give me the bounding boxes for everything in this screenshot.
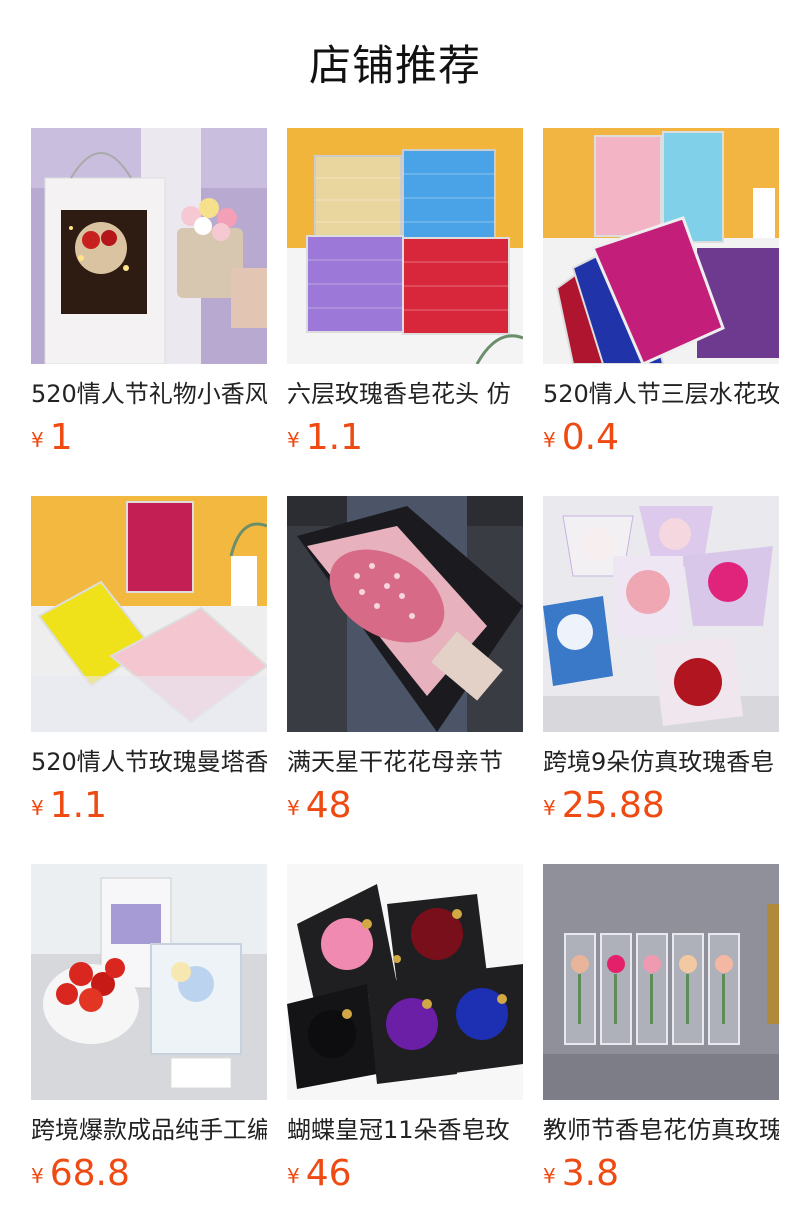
currency-symbol: ¥ bbox=[287, 428, 300, 452]
product-card[interactable]: 满天星干花花母亲节 ¥48 bbox=[287, 496, 523, 864]
product-name: 蝴蝶皇冠11朵香皂玫 bbox=[287, 1116, 510, 1144]
product-price: ¥1 bbox=[31, 416, 267, 460]
price-amount: 1.1 bbox=[49, 785, 107, 826]
product-name: 520情人节礼物小香风 bbox=[31, 380, 267, 408]
product-name: 跨境爆款成品纯手工编 bbox=[31, 1116, 267, 1144]
currency-symbol: ¥ bbox=[31, 428, 44, 452]
product-image[interactable] bbox=[287, 864, 523, 1100]
product-price: ¥25.88 bbox=[543, 784, 779, 828]
currency-symbol: ¥ bbox=[287, 796, 300, 820]
product-price: ¥3.8 bbox=[543, 1152, 779, 1196]
store-recommendations-page: 店铺推荐 520情人节礼物小香风 ¥ 1 六层玫瑰香皂花头 仿 ¥ 1.1 52… bbox=[0, 0, 790, 1232]
product-name: 520情人节玫瑰曼塔香 bbox=[31, 748, 267, 776]
butterfly-crown-bouquets-icon bbox=[287, 864, 523, 1100]
price-amount: 46 bbox=[305, 1153, 352, 1194]
currency-symbol: ¥ bbox=[31, 1164, 44, 1188]
product-price: ¥46 bbox=[287, 1152, 523, 1196]
price-amount: 48 bbox=[305, 785, 352, 826]
babys-breath-bouquet-icon bbox=[287, 496, 523, 732]
product-card[interactable]: 跨境9朵仿真玫瑰香皂 ¥25.88 bbox=[543, 496, 779, 864]
layered-soap-rose-boxes-icon bbox=[543, 128, 779, 364]
price-amount: 0.4 bbox=[561, 417, 619, 458]
product-card[interactable]: 蝴蝶皇冠11朵香皂玫 ¥46 bbox=[287, 864, 523, 1232]
product-card[interactable]: 教师节香皂花仿真玫瑰 ¥3.8 bbox=[543, 864, 779, 1232]
price-amount: 1 bbox=[49, 417, 73, 458]
product-price: ¥0.4 bbox=[543, 416, 779, 460]
currency-symbol: ¥ bbox=[31, 796, 44, 820]
soap-rose-boxes-icon bbox=[287, 128, 523, 364]
product-image[interactable] bbox=[543, 496, 779, 732]
product-grid: 520情人节礼物小香风 ¥1 六层玫瑰香皂花头 仿 ¥ 1.1 520情人节三层… bbox=[31, 128, 790, 1232]
yellow-pink-rose-boxes-icon bbox=[31, 496, 267, 732]
product-name: 满天星干花花母亲节 bbox=[287, 748, 503, 776]
price-amount: 3.8 bbox=[561, 1153, 619, 1194]
currency-symbol: ¥ bbox=[543, 428, 556, 452]
price-amount: 25.88 bbox=[561, 785, 665, 826]
currency-symbol: ¥ bbox=[543, 796, 556, 820]
mini-rose-bouquets-icon bbox=[543, 496, 779, 732]
product-image[interactable] bbox=[31, 496, 267, 732]
boxed-single-roses-icon bbox=[543, 864, 779, 1100]
product-image[interactable] bbox=[31, 864, 267, 1100]
product-name: 教师节香皂花仿真玫瑰 bbox=[543, 1116, 779, 1144]
product-price: ¥1.1 bbox=[31, 784, 267, 828]
product-image[interactable] bbox=[543, 864, 779, 1100]
product-image[interactable] bbox=[287, 496, 523, 732]
product-card[interactable]: 520情人节三层水花玫 ¥0.4 bbox=[543, 128, 779, 496]
page-title: 店铺推荐 bbox=[308, 41, 481, 90]
product-card[interactable]: 520情人节礼物小香风 ¥1 bbox=[31, 128, 267, 496]
crochet-bouquet-box-icon bbox=[31, 864, 267, 1100]
currency-symbol: ¥ bbox=[287, 1164, 300, 1188]
product-name: 520情人节三层水花玫 bbox=[543, 380, 779, 408]
product-image[interactable] bbox=[543, 128, 779, 364]
product-name: 跨境9朵仿真玫瑰香皂 bbox=[543, 748, 775, 776]
product-price: ¥1.1 bbox=[287, 416, 523, 460]
product-price: ¥68.8 bbox=[31, 1152, 267, 1196]
bouquet-in-gift-bag-icon bbox=[31, 128, 267, 364]
product-image[interactable] bbox=[287, 128, 523, 364]
product-card[interactable]: 六层玫瑰香皂花头 仿 ¥1.1 bbox=[287, 128, 523, 496]
product-card[interactable]: 跨境爆款成品纯手工编 ¥68.8 bbox=[31, 864, 267, 1232]
currency-symbol: ¥ bbox=[543, 1164, 556, 1188]
product-image[interactable] bbox=[31, 128, 267, 364]
price-amount: 1.1 bbox=[305, 417, 363, 458]
product-name: 六层玫瑰香皂花头 仿 bbox=[287, 380, 511, 408]
product-card[interactable]: 520情人节玫瑰曼塔香 ¥1.1 bbox=[31, 496, 267, 864]
product-price: ¥48 bbox=[287, 784, 523, 828]
price-amount: 68.8 bbox=[49, 1153, 130, 1194]
